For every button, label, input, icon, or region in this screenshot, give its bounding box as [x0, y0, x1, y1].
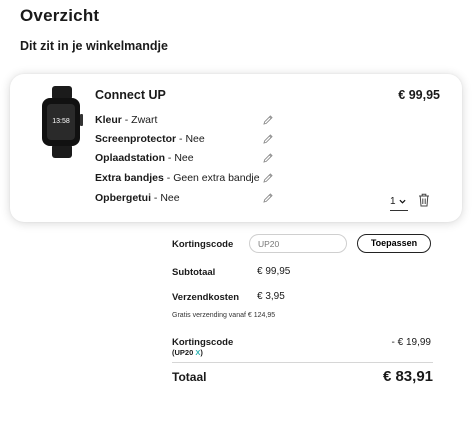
- product-name: Connect UP: [95, 88, 166, 102]
- coupon-label: Kortingscode: [172, 239, 234, 250]
- option-label: Oplaadstation: [95, 152, 166, 164]
- discount-code-text: (UP20: [172, 348, 196, 357]
- subtotal-label: Subtotaal: [172, 267, 216, 278]
- page-title: Overzicht: [20, 6, 100, 25]
- option-value: - Nee: [151, 192, 180, 204]
- option-label: Kleur: [95, 114, 122, 126]
- option-row-color: Kleur - Zwart: [95, 112, 157, 128]
- option-row-bands: Extra bandjes - Geen extra bandje: [95, 170, 260, 186]
- discount-label: Kortingscode: [172, 337, 234, 348]
- trash-icon[interactable]: [418, 193, 430, 207]
- chevron-down-icon: [399, 199, 406, 204]
- option-value: - Nee: [165, 152, 194, 164]
- cart-item-card: 13:58 Connect UP € 99,95 Kleur - Zwart S…: [10, 74, 462, 222]
- total-label: Totaal: [172, 370, 207, 384]
- product-image: 13:58: [42, 86, 83, 158]
- product-price: € 99,95: [398, 88, 440, 102]
- summary-divider: [172, 362, 433, 363]
- option-value: - Zwart: [121, 114, 158, 126]
- apply-coupon-button[interactable]: Toepassen: [357, 234, 431, 253]
- pencil-icon[interactable]: [262, 114, 274, 126]
- option-value: - Nee: [176, 133, 205, 145]
- discount-code: (UP20 X): [172, 348, 203, 357]
- shipping-note: Gratis verzending vanaf € 124,95: [172, 312, 276, 319]
- discount-value: - € 19,99: [391, 337, 431, 348]
- subtotal-value: € 99,95: [257, 266, 291, 277]
- option-label: Screenprotector: [95, 133, 177, 145]
- pencil-icon[interactable]: [262, 172, 274, 184]
- option-row-charging: Oplaadstation - Nee: [95, 150, 194, 166]
- pencil-icon[interactable]: [262, 152, 274, 164]
- discount-code-suffix: ): [200, 348, 203, 357]
- option-row-case: Opbergetui - Nee: [95, 190, 180, 206]
- total-value: € 83,91: [382, 368, 433, 385]
- coupon-input[interactable]: [249, 234, 347, 253]
- quantity-value: 1: [390, 196, 396, 207]
- quantity-select[interactable]: 1: [390, 193, 408, 211]
- cart-subtitle: Dit zit in je winkelmandje: [20, 39, 168, 53]
- pencil-icon[interactable]: [262, 133, 274, 145]
- shipping-label: Verzendkosten: [172, 292, 240, 303]
- option-row-screenprotector: Screenprotector - Nee: [95, 131, 205, 147]
- option-label: Opbergetui: [95, 192, 152, 204]
- pencil-icon[interactable]: [262, 192, 274, 204]
- option-value: - Geen extra bandje: [163, 172, 260, 184]
- option-label: Extra bandjes: [95, 172, 164, 184]
- shipping-value: € 3,95: [257, 291, 285, 302]
- watch-time: 13:58: [52, 118, 70, 125]
